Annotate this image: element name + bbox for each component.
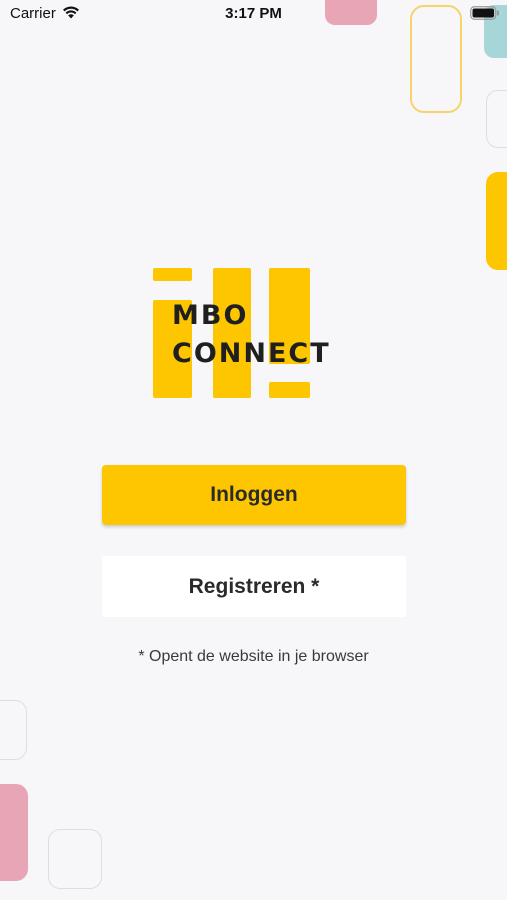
decorative-tile — [48, 829, 102, 889]
login-button[interactable]: Inloggen — [102, 465, 406, 525]
logo-text-line2: CONNECT — [172, 338, 331, 369]
logo-bar — [213, 268, 251, 398]
mbo-connect-logo: MBO CONNECT — [150, 266, 360, 400]
battery-icon — [470, 6, 499, 20]
decorative-tile — [486, 172, 507, 270]
register-button[interactable]: Registreren * — [102, 556, 406, 617]
logo-text-line1: MBO — [172, 300, 249, 331]
app-screen: Carrier 3:17 PM MBO CONNECT Inloggen Reg… — [0, 0, 507, 900]
decorative-tile — [0, 784, 28, 881]
status-bar: Carrier 3:17 PM — [0, 0, 507, 28]
browser-note: * Opent de website in je browser — [138, 648, 369, 665]
logo-bar — [269, 382, 310, 398]
logo-bar — [153, 268, 192, 281]
decorative-tile — [0, 700, 27, 760]
decorative-tile — [486, 90, 507, 148]
clock: 3:17 PM — [225, 5, 282, 22]
